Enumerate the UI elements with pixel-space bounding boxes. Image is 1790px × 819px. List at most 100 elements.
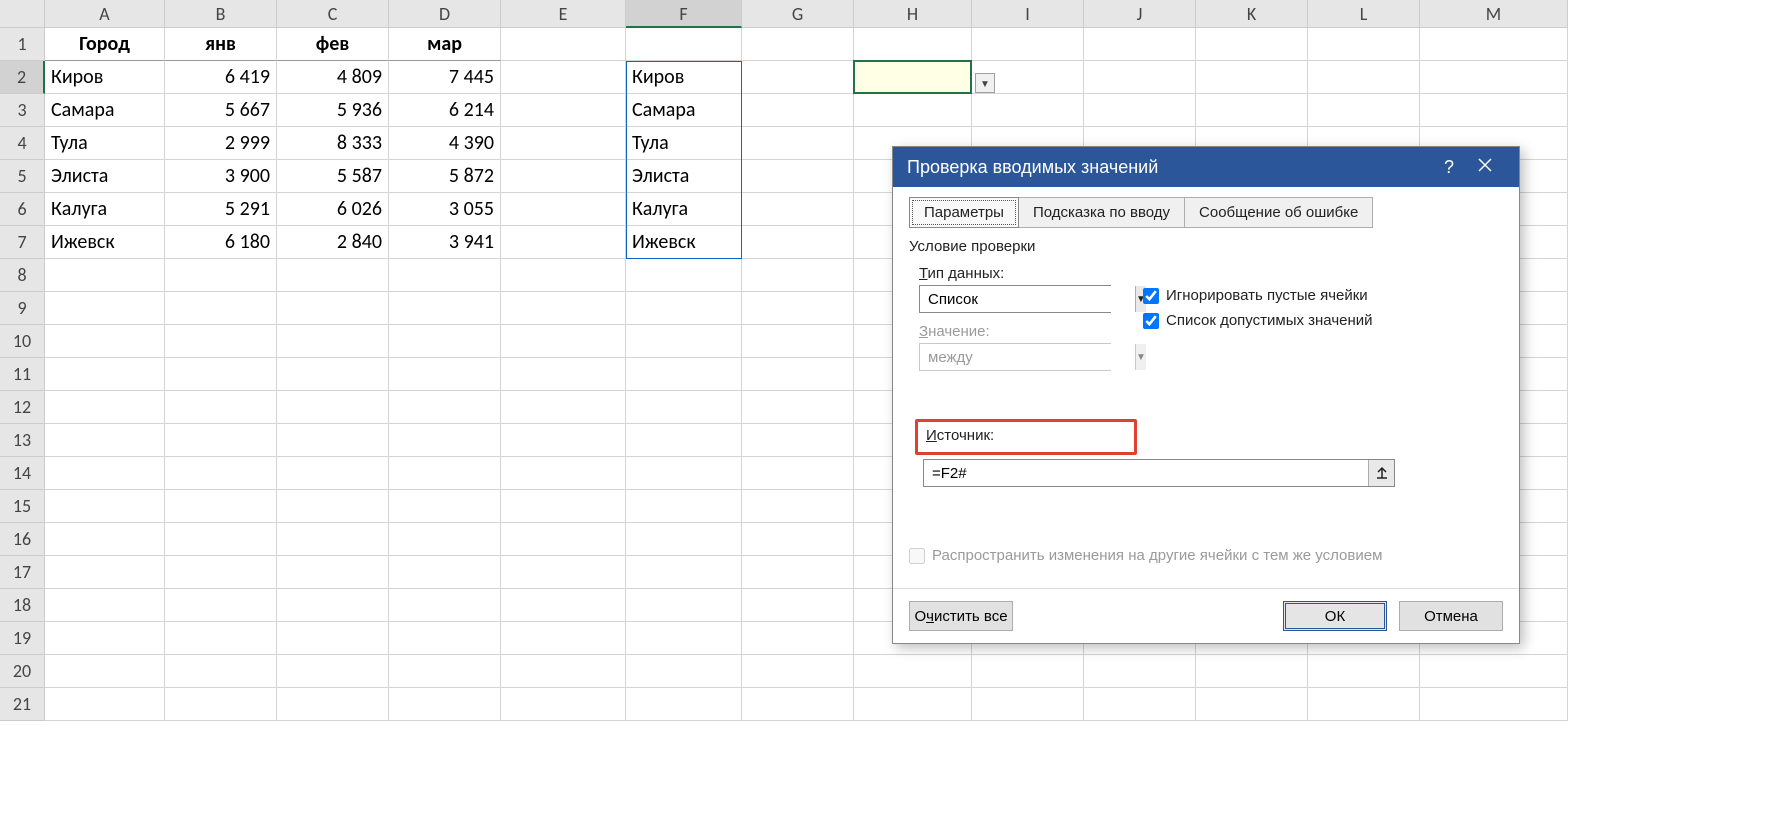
cell[interactable] — [742, 292, 854, 325]
cell[interactable] — [742, 424, 854, 457]
cell[interactable] — [742, 358, 854, 391]
cell[interactable] — [501, 160, 626, 193]
col-header-D[interactable]: D — [389, 0, 501, 28]
cell[interactable] — [1308, 688, 1420, 721]
ignore-blank-checkbox[interactable] — [1143, 288, 1159, 304]
cell[interactable] — [626, 523, 742, 556]
row-header[interactable]: 14 — [0, 457, 45, 490]
cell[interactable] — [854, 655, 972, 688]
cell[interactable] — [277, 424, 389, 457]
cell[interactable] — [626, 391, 742, 424]
cell[interactable] — [277, 358, 389, 391]
row-header[interactable]: 12 — [0, 391, 45, 424]
cell[interactable] — [165, 589, 277, 622]
range-picker-icon[interactable] — [1368, 460, 1394, 486]
cell[interactable] — [45, 655, 165, 688]
cell[interactable] — [1196, 61, 1308, 94]
cancel-button[interactable]: Отмена — [1399, 601, 1503, 631]
row-header[interactable]: 10 — [0, 325, 45, 358]
cell[interactable] — [1084, 28, 1196, 61]
cell[interactable] — [626, 28, 742, 61]
cell[interactable] — [742, 556, 854, 589]
cell[interactable] — [501, 193, 626, 226]
cell[interactable] — [45, 556, 165, 589]
cell[interactable] — [1084, 655, 1196, 688]
cell[interactable] — [165, 292, 277, 325]
cell[interactable]: Тула — [45, 127, 165, 160]
row-header[interactable]: 11 — [0, 358, 45, 391]
cell[interactable] — [854, 94, 972, 127]
cell[interactable] — [742, 622, 854, 655]
cell[interactable] — [501, 622, 626, 655]
cell[interactable]: 6 026 — [277, 193, 389, 226]
cell[interactable] — [742, 160, 854, 193]
cell[interactable] — [626, 424, 742, 457]
cell[interactable]: 2 999 — [165, 127, 277, 160]
cell[interactable] — [626, 688, 742, 721]
cell[interactable] — [742, 61, 854, 94]
cell[interactable] — [277, 292, 389, 325]
cell[interactable] — [1308, 655, 1420, 688]
cell[interactable] — [1308, 28, 1420, 61]
cell[interactable] — [501, 655, 626, 688]
cell[interactable] — [742, 127, 854, 160]
cell[interactable] — [277, 655, 389, 688]
cell[interactable]: 3 055 — [389, 193, 501, 226]
cell[interactable] — [501, 358, 626, 391]
cell[interactable] — [742, 94, 854, 127]
cell[interactable]: Ижевск — [45, 226, 165, 259]
cell[interactable] — [626, 457, 742, 490]
cell[interactable]: 7 445 — [389, 61, 501, 94]
cell[interactable] — [1196, 28, 1308, 61]
cell[interactable] — [501, 259, 626, 292]
col-header-A[interactable]: A — [45, 0, 165, 28]
data-type-combo[interactable]: ▼ — [919, 285, 1111, 313]
cell[interactable]: 4 390 — [389, 127, 501, 160]
cell[interactable]: 6 180 — [165, 226, 277, 259]
col-header-G[interactable]: G — [742, 0, 854, 28]
cell[interactable] — [277, 688, 389, 721]
cell[interactable] — [389, 589, 501, 622]
cell[interactable] — [165, 490, 277, 523]
dialog-help-icon[interactable]: ? — [1433, 157, 1465, 178]
cell[interactable] — [165, 325, 277, 358]
cell[interactable] — [854, 61, 972, 94]
cell[interactable]: Калуга — [45, 193, 165, 226]
cell[interactable] — [165, 457, 277, 490]
cell[interactable] — [277, 325, 389, 358]
cell[interactable] — [742, 655, 854, 688]
row-header[interactable]: 2 — [0, 61, 45, 94]
dialog-close-icon[interactable] — [1465, 158, 1505, 177]
cell[interactable] — [742, 490, 854, 523]
cell[interactable] — [501, 688, 626, 721]
row-header[interactable]: 5 — [0, 160, 45, 193]
tab-input-message[interactable]: Подсказка по вводу — [1018, 197, 1185, 228]
cell[interactable] — [165, 259, 277, 292]
cell[interactable] — [626, 358, 742, 391]
cell[interactable] — [972, 28, 1084, 61]
row-header[interactable]: 6 — [0, 193, 45, 226]
cell[interactable] — [501, 556, 626, 589]
cell[interactable] — [626, 490, 742, 523]
cell[interactable] — [45, 325, 165, 358]
cell[interactable]: Самара — [626, 94, 742, 127]
cell[interactable]: янв — [165, 28, 277, 61]
col-header-F[interactable]: F — [626, 0, 742, 28]
cell[interactable] — [742, 28, 854, 61]
col-header-C[interactable]: C — [277, 0, 389, 28]
cell[interactable] — [1196, 655, 1308, 688]
cell[interactable] — [626, 589, 742, 622]
row-header[interactable]: 16 — [0, 523, 45, 556]
cell[interactable] — [389, 358, 501, 391]
cell[interactable] — [501, 589, 626, 622]
cell[interactable]: 6 214 — [389, 94, 501, 127]
cell[interactable] — [277, 259, 389, 292]
cell[interactable] — [389, 325, 501, 358]
cell[interactable] — [165, 556, 277, 589]
cell[interactable] — [1420, 61, 1568, 94]
cell[interactable] — [1420, 28, 1568, 61]
in-cell-dropdown-checkbox[interactable] — [1143, 313, 1159, 329]
cell[interactable]: Самара — [45, 94, 165, 127]
cell[interactable]: Элиста — [626, 160, 742, 193]
cell[interactable]: Киров — [626, 61, 742, 94]
